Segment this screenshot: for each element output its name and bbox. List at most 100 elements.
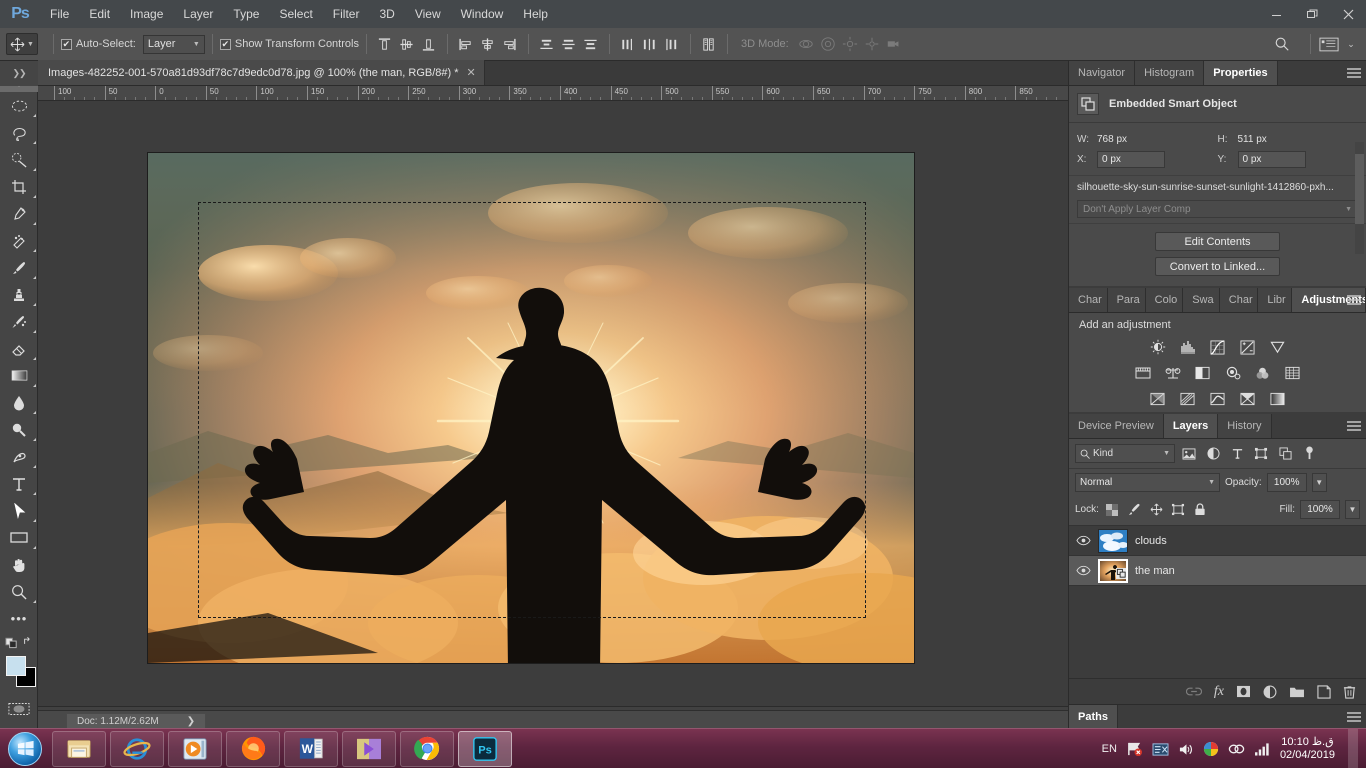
3d-orbit-icon[interactable] [795,33,817,55]
eyedropper-tool[interactable] [0,200,38,227]
taskbar-movie-maker[interactable] [342,730,396,767]
filter-pixel-icon[interactable] [1179,444,1199,463]
layer-name-clouds[interactable]: clouds [1135,535,1167,547]
hue-saturation-icon[interactable] [1132,363,1154,383]
selective-color-icon[interactable] [1267,389,1289,409]
brightness-contrast-icon[interactable] [1147,337,1169,357]
clone-stamp-tool[interactable] [0,281,38,308]
clock[interactable]: 10:10 ق.ظ 02/04/2019 [1280,736,1335,762]
workspace-switcher-icon[interactable] [1318,33,1340,55]
filter-toggle-switch[interactable] [1299,444,1319,463]
foreground-color-swatch[interactable] [6,656,26,676]
black-white-icon[interactable] [1192,363,1214,383]
edit-contents-button[interactable]: Edit Contents [1155,232,1280,251]
threshold-icon[interactable] [1207,389,1229,409]
blend-mode-dropdown[interactable]: Normal ▼ [1075,473,1220,492]
new-group-icon[interactable] [1289,685,1305,698]
show-transform-checkbox[interactable]: ✔ [219,38,231,50]
3d-slide-icon[interactable] [861,33,883,55]
layer-name-the-man[interactable]: the man [1135,565,1175,577]
layer-comp-dropdown[interactable]: Don't Apply Layer Comp ▼ [1077,200,1358,218]
align-right-edges-icon[interactable] [499,33,521,55]
current-tool-picker[interactable]: ▼ [6,33,38,55]
layers-panel-menu-icon[interactable] [1342,414,1366,439]
invert-icon[interactable] [1147,389,1169,409]
convert-to-linked-button[interactable]: Convert to Linked... [1155,257,1280,276]
gradient-tool[interactable] [0,362,38,389]
distribute-horizontal-centers-icon[interactable] [639,33,661,55]
document-tab[interactable]: Images-482252-001-570a81d93df78c7d9edc0d… [38,60,485,85]
menu-help[interactable]: Help [513,0,558,28]
taskbar-photoshop[interactable]: Ps [458,730,512,767]
3d-pan-icon[interactable] [839,33,861,55]
collapse-tools-button[interactable]: ❯❯ [0,61,38,86]
search-icon[interactable] [1271,33,1293,55]
menu-file[interactable]: File [40,0,79,28]
curves-icon[interactable] [1207,337,1229,357]
layer-style-fx-icon[interactable]: fx [1214,684,1224,700]
taskbar-firefox[interactable] [226,730,280,767]
color-swatches[interactable] [0,654,38,694]
distribute-top-edges-icon[interactable] [536,33,558,55]
auto-select-checkbox[interactable]: ✔ [60,38,72,50]
tab-properties[interactable]: Properties [1204,61,1278,85]
photo-filter-icon[interactable] [1222,363,1244,383]
default-colors-swap[interactable] [0,632,38,652]
menu-window[interactable]: Window [451,0,514,28]
gradient-map-icon[interactable] [1237,389,1259,409]
volume-icon[interactable] [1178,742,1194,757]
start-button[interactable] [0,729,50,768]
eraser-tool[interactable] [0,335,38,362]
fill-stepper-icon[interactable]: ▼ [1345,500,1360,519]
filter-shape-icon[interactable] [1251,444,1271,463]
hand-tool[interactable] [0,551,38,578]
fill-value[interactable]: 100% [1300,500,1340,519]
restore-button[interactable] [1294,0,1330,28]
tab-character[interactable]: Char [1069,288,1108,312]
horizontal-type-tool[interactable] [0,470,38,497]
add-layer-mask-icon[interactable] [1236,685,1251,698]
horizontal-ruler[interactable]: 100 50 0 50 100 150 200 250 300 350 400 450 500 550 60… [38,86,1068,101]
taskbar-windows-media-player[interactable] [168,730,222,767]
3d-camera-icon[interactable] [883,33,905,55]
menu-edit[interactable]: Edit [79,0,120,28]
language-indicator[interactable]: EN [1102,743,1117,755]
layers-list[interactable]: clouds the man [1069,526,1366,678]
dodge-tool[interactable] [0,416,38,443]
layer-filter-kind-dropdown[interactable]: Kind ▼ [1075,444,1175,463]
pen-tool[interactable] [0,443,38,470]
distribute-left-edges-icon[interactable] [617,33,639,55]
layer-row-clouds[interactable]: clouds [1069,526,1366,556]
adjustments-panel-menu-icon[interactable] [1342,288,1366,313]
taskbar-google-chrome[interactable] [400,730,454,767]
lock-position-icon[interactable] [1148,501,1165,518]
align-left-edges-icon[interactable] [455,33,477,55]
menu-type[interactable]: Type [223,0,269,28]
zoom-tool[interactable] [0,578,38,605]
align-bottom-edges-icon[interactable] [418,33,440,55]
channel-mixer-icon[interactable] [1252,363,1274,383]
blur-tool[interactable] [0,389,38,416]
exposure-icon[interactable] [1237,337,1259,357]
status-expand-icon[interactable]: ❯ [187,716,195,727]
path-selection-tool[interactable] [0,497,38,524]
tab-navigator[interactable]: Navigator [1069,61,1136,85]
menu-layer[interactable]: Layer [173,0,223,28]
opacity-value[interactable]: 100% [1266,473,1307,492]
tab-paths[interactable]: Paths [1069,705,1118,728]
levels-icon[interactable] [1177,337,1199,357]
link-icon[interactable] [1228,743,1245,755]
vibrance-icon[interactable] [1267,337,1289,357]
tab-histogram[interactable]: Histogram [1135,61,1205,85]
document-canvas[interactable] [148,153,914,663]
workspace-chevron-icon[interactable]: ⌄ [1340,33,1362,55]
distribute-right-edges-icon[interactable] [661,33,683,55]
properties-scrollbar[interactable] [1355,142,1364,254]
link-layers-icon[interactable] [1185,686,1202,697]
menu-image[interactable]: Image [120,0,173,28]
lasso-tool[interactable] [0,119,38,146]
tab-history[interactable]: History [1218,414,1272,438]
new-layer-icon[interactable] [1317,684,1331,699]
posterize-icon[interactable] [1177,389,1199,409]
taskbar-microsoft-word[interactable]: W [284,730,338,767]
